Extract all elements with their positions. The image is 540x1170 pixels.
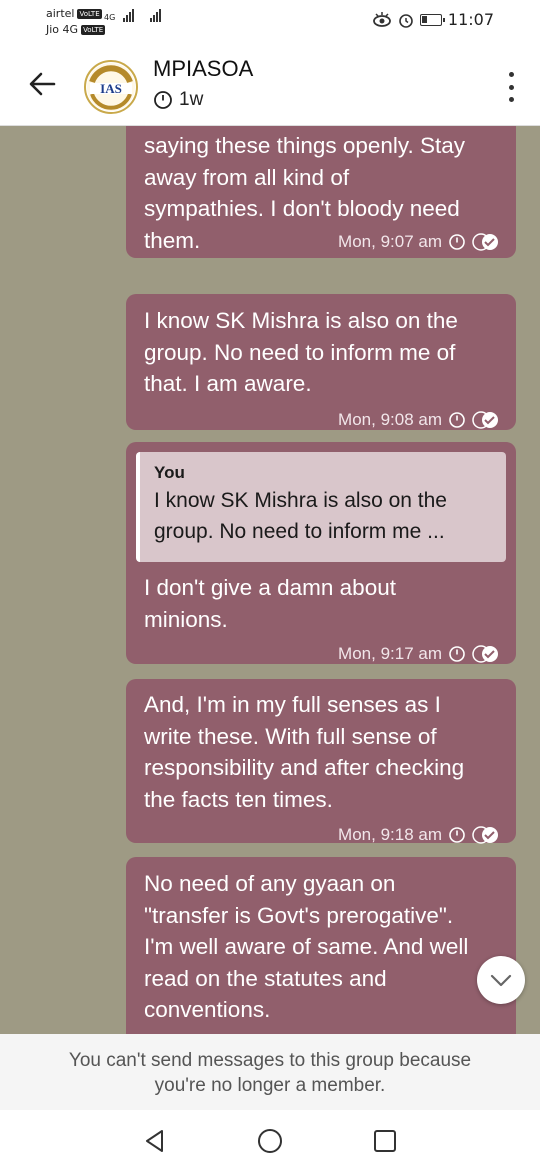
network-type: 4G (104, 13, 116, 22)
eye-comfort-icon (372, 11, 391, 27)
message-meta: Mon, 9:07 am (338, 226, 500, 258)
message-text: And, I'm in my full senses as I write th… (144, 692, 465, 812)
status-bar: airtel VoLTE Jio 4G VoLTE 4G 11:07 (0, 0, 540, 46)
notice-line-2: you're no longer a member. (154, 1075, 386, 1096)
message-text: I know SK Mishra is also on the group. N… (144, 308, 458, 396)
clock: 11:07 (447, 10, 494, 29)
ias-logo: IAS (87, 63, 135, 111)
avatar-text: IAS (100, 81, 122, 96)
quoted-author: You (154, 463, 185, 482)
timer-label: 1w (179, 89, 204, 110)
group-title[interactable]: MPIASOA (153, 56, 253, 82)
double-check-icon (472, 411, 498, 429)
more-options-button[interactable] (504, 72, 518, 102)
timer-icon (449, 233, 465, 250)
message-bubble[interactable]: No need of any gyaan on "transfer is Gov… (126, 857, 516, 1034)
message-text: I don't give a damn about minions. (144, 575, 396, 632)
volte-badge: VoLTE (81, 25, 106, 35)
volte-badge: VoLTE (77, 9, 102, 19)
nav-recents-button[interactable] (372, 1128, 398, 1154)
message-text: No need of any gyaan on "transfer is Gov… (144, 871, 469, 1022)
message-bubble[interactable]: saying these things openly. Stay away fr… (126, 126, 516, 258)
message-time: Mon, 9:18 am (338, 825, 442, 844)
signal-indicators: 4G (104, 9, 162, 22)
arrow-left-icon (29, 72, 56, 96)
quoted-text: I know SK Mishra is also on the group. N… (154, 489, 447, 543)
message-time: Mon, 9:07 am (338, 232, 442, 251)
chat-header: IAS MPIASOA 1w (0, 46, 540, 126)
timer-icon (449, 826, 465, 843)
message-meta: Mon, 9:18 am (338, 819, 500, 851)
message-meta: Mon, 9:08 am (338, 404, 500, 436)
circle-home-icon (258, 1129, 282, 1153)
battery-icon (419, 13, 445, 26)
not-member-notice: You can't send messages to this group be… (0, 1034, 540, 1110)
timer-icon (449, 645, 465, 662)
message-meta: Mon, 9:17 am (338, 638, 500, 670)
message-time: Mon, 9:08 am (338, 410, 442, 429)
nav-home-button[interactable] (257, 1128, 283, 1154)
triangle-back-icon (146, 1130, 163, 1152)
double-check-icon (472, 826, 498, 844)
signal-icon (123, 9, 135, 22)
message-bubble[interactable]: And, I'm in my full senses as I write th… (126, 679, 516, 844)
signal-icon (150, 9, 162, 22)
alarm-icon (399, 13, 413, 28)
disappearing-timer: 1w (153, 89, 203, 111)
double-check-icon (472, 645, 498, 663)
carrier-info: airtel VoLTE Jio 4G VoLTE (46, 6, 106, 38)
chevron-down-icon (490, 974, 512, 987)
carrier-name-1: airtel (46, 7, 75, 20)
message-bubble[interactable]: I know SK Mishra is also on the group. N… (126, 294, 516, 430)
notice-line-1: You can't send messages to this group be… (68, 1050, 472, 1071)
square-recents-icon (374, 1130, 396, 1152)
system-navigation-bar (0, 1110, 540, 1170)
message-time: Mon, 9:17 am (338, 644, 442, 663)
message-bubble[interactable]: You I know SK Mishra is also on the grou… (126, 442, 516, 664)
message-list[interactable]: saying these things openly. Stay away fr… (0, 126, 540, 1034)
timer-icon (449, 411, 465, 428)
carrier-name-2: Jio 4G (46, 23, 79, 36)
group-avatar[interactable]: IAS (84, 60, 138, 114)
scroll-to-bottom-button[interactable] (477, 956, 525, 1004)
double-check-icon (472, 233, 498, 251)
nav-back-button[interactable] (142, 1128, 168, 1154)
back-button[interactable] (24, 66, 60, 102)
quoted-message[interactable]: You I know SK Mishra is also on the grou… (136, 452, 506, 562)
status-icons: 11:07 (372, 10, 494, 29)
timer-icon (154, 91, 172, 109)
